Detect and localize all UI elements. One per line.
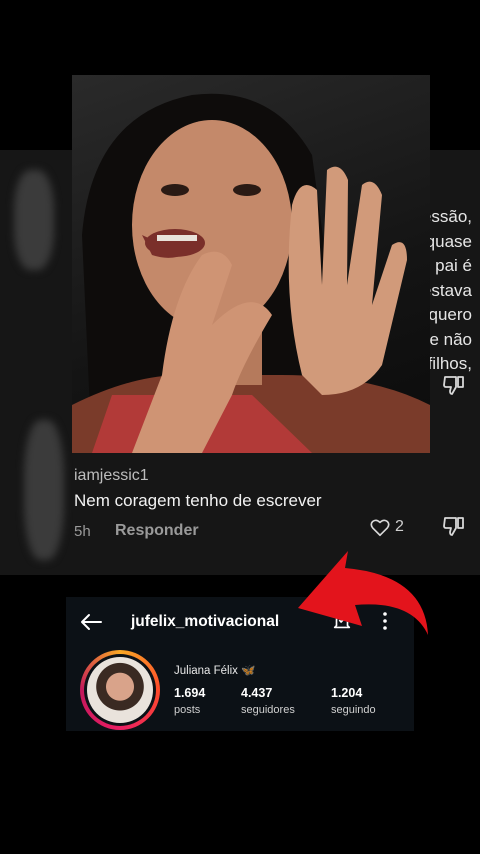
red-arrow-annotation [298,551,428,635]
